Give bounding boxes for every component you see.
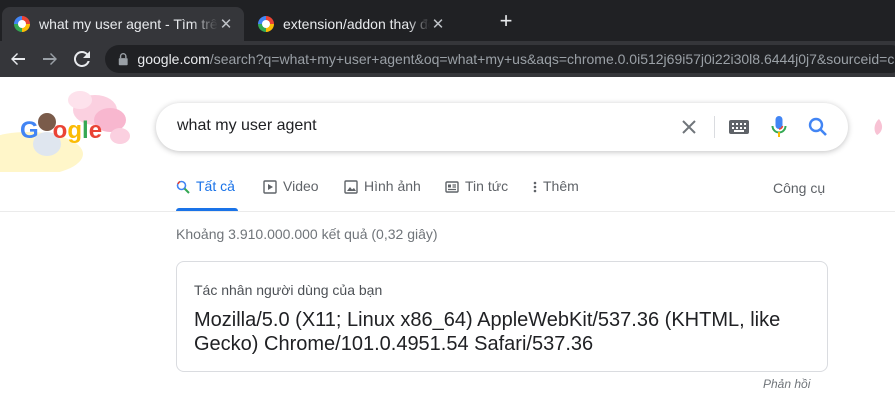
back-button[interactable]	[6, 47, 30, 71]
tab-label: Thêm	[543, 178, 579, 194]
tab-video[interactable]: Video	[263, 178, 319, 210]
browser-toolbar: google.com/search?q=what+my+user+agent&o…	[0, 41, 895, 77]
microphone-icon	[771, 116, 787, 137]
arrow-right-icon	[43, 53, 57, 65]
url-path: /search?q=what+my+user+agent&oq=what+my+…	[209, 51, 895, 67]
answer-label: Tác nhân người dùng của bạn	[194, 282, 383, 298]
search-box[interactable]: what my user agent	[156, 103, 848, 151]
tabs-divider	[0, 211, 895, 212]
clear-search-button[interactable]	[677, 115, 701, 139]
video-icon	[263, 180, 277, 194]
result-stats: Khoảng 3.910.000.000 kết quả (0,32 giây)	[176, 226, 438, 242]
tab-strip: what my user agent - Tìm trên Google ✕ e…	[0, 0, 895, 41]
google-favicon-icon	[258, 16, 274, 32]
search-input[interactable]: what my user agent	[177, 117, 317, 135]
news-icon	[445, 181, 459, 193]
tab-title: extension/addon thay đổi user agent	[283, 16, 430, 32]
forward-button[interactable]	[38, 47, 62, 71]
tab-label: Hình ảnh	[364, 178, 421, 194]
keyboard-button[interactable]	[727, 115, 751, 139]
user-agent-value: Mozilla/5.0 (X11; Linux x86_64) AppleWeb…	[194, 309, 781, 355]
reload-icon	[74, 51, 90, 67]
new-tab-button[interactable]: +	[495, 10, 517, 32]
more-vert-icon	[533, 181, 537, 193]
address-bar[interactable]: google.com/search?q=what+my+user+agent&o…	[105, 45, 895, 73]
tab-more[interactable]: Thêm	[533, 178, 579, 210]
tab-label: Video	[283, 178, 319, 194]
tab-all[interactable]: Tất cả	[176, 178, 235, 210]
address-url: google.com/search?q=what+my+user+agent&o…	[137, 51, 895, 67]
search-submit-button[interactable]	[806, 115, 830, 139]
search-icon	[808, 117, 827, 136]
tab-close-icon[interactable]: ✕	[218, 16, 234, 33]
tab-label: Tất cả	[196, 178, 235, 194]
browser-tab[interactable]: extension/addon thay đổi user agent ✕	[246, 7, 456, 41]
tab-label: Tin tức	[465, 178, 509, 194]
close-icon	[682, 120, 696, 134]
google-doodle-logo[interactable]: Gogle	[0, 86, 150, 172]
tab-close-icon[interactable]: ✕	[430, 16, 446, 33]
svg-text:Gogle: Gogle	[20, 117, 102, 144]
feedback-link[interactable]: Phản hồi	[763, 377, 810, 391]
voice-search-button[interactable]	[767, 115, 791, 139]
google-favicon-icon	[14, 16, 30, 32]
search-divider	[714, 116, 715, 138]
search-icon	[176, 180, 190, 194]
url-host: google.com	[137, 51, 210, 67]
tab-title: what my user agent - Tìm trên Google	[39, 16, 218, 32]
arrow-left-icon	[11, 53, 25, 65]
browser-tab-active[interactable]: what my user agent - Tìm trên Google ✕	[2, 7, 244, 41]
lock-icon	[118, 53, 128, 66]
tab-images[interactable]: Hình ảnh	[344, 178, 421, 210]
keyboard-icon	[729, 120, 749, 134]
user-agent-answer-card: Tác nhân người dùng của bạn Mozilla/5.0 …	[176, 261, 828, 372]
image-icon	[344, 180, 358, 194]
reload-button[interactable]	[70, 47, 94, 71]
petal-decoration-icon	[874, 119, 883, 135]
tools-button[interactable]: Công cụ	[773, 180, 825, 196]
tab-news[interactable]: Tin tức	[445, 178, 508, 210]
